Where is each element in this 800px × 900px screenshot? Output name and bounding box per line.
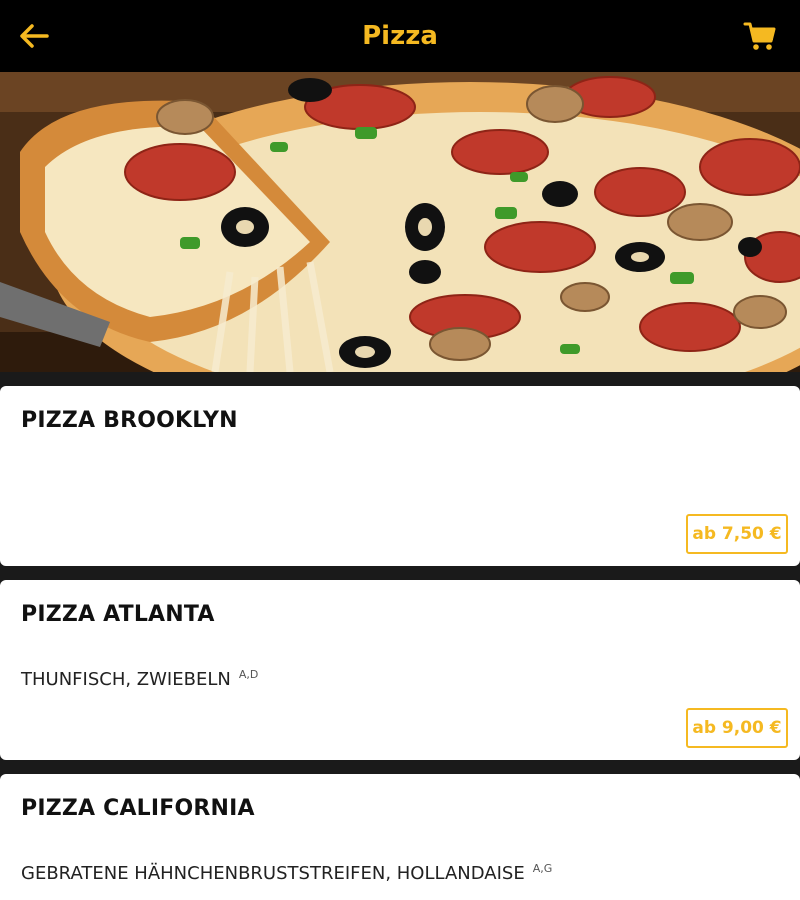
back-button[interactable] bbox=[14, 18, 54, 54]
menu-item-card[interactable]: PIZZA ATLANTA THUNFISCH, ZWIEBELN A,D ab … bbox=[0, 580, 800, 760]
description-text: GEBRATENE HÄHNCHENBRUSTSTREIFEN, HOLLAND… bbox=[21, 863, 525, 884]
menu-item-name: PIZZA BROOKLYN bbox=[21, 408, 238, 433]
price-button[interactable]: ab 7,50 € bbox=[686, 514, 788, 554]
menu-item-card[interactable]: PIZZA CALIFORNIA GEBRATENE HÄHNCHENBRUST… bbox=[0, 774, 800, 900]
shopping-cart-icon bbox=[743, 22, 776, 50]
allergen-codes: A,D bbox=[238, 668, 259, 681]
price-button[interactable]: ab 9,00 € bbox=[686, 708, 788, 748]
price-label: ab 7,50 € bbox=[692, 524, 782, 544]
menu-item-name: PIZZA CALIFORNIA bbox=[21, 796, 255, 821]
menu-item-card[interactable]: PIZZA BROOKLYN ab 7,50 € bbox=[0, 386, 800, 566]
allergen-codes: A,G bbox=[532, 862, 553, 875]
menu-item-name: PIZZA ATLANTA bbox=[21, 602, 215, 627]
description-text: THUNFISCH, ZWIEBELN bbox=[21, 669, 231, 690]
page-title: Pizza bbox=[362, 21, 438, 51]
menu-item-description: GEBRATENE HÄHNCHENBRUSTSTREIFEN, HOLLAND… bbox=[21, 862, 552, 884]
hero-image-pizza bbox=[0, 72, 800, 372]
app-header: Pizza bbox=[0, 0, 800, 72]
arrow-left-icon bbox=[20, 24, 49, 48]
menu-item-description: THUNFISCH, ZWIEBELN A,D bbox=[21, 668, 258, 690]
menu-list: PIZZA BROOKLYN ab 7,50 € PIZZA ATLANTA T… bbox=[0, 372, 800, 900]
cart-button[interactable] bbox=[740, 18, 780, 54]
price-label: ab 9,00 € bbox=[692, 718, 782, 738]
app-screen: Pizza PIZZA BROOKLYN ab 7,50 € PIZZA ATL… bbox=[0, 0, 800, 900]
